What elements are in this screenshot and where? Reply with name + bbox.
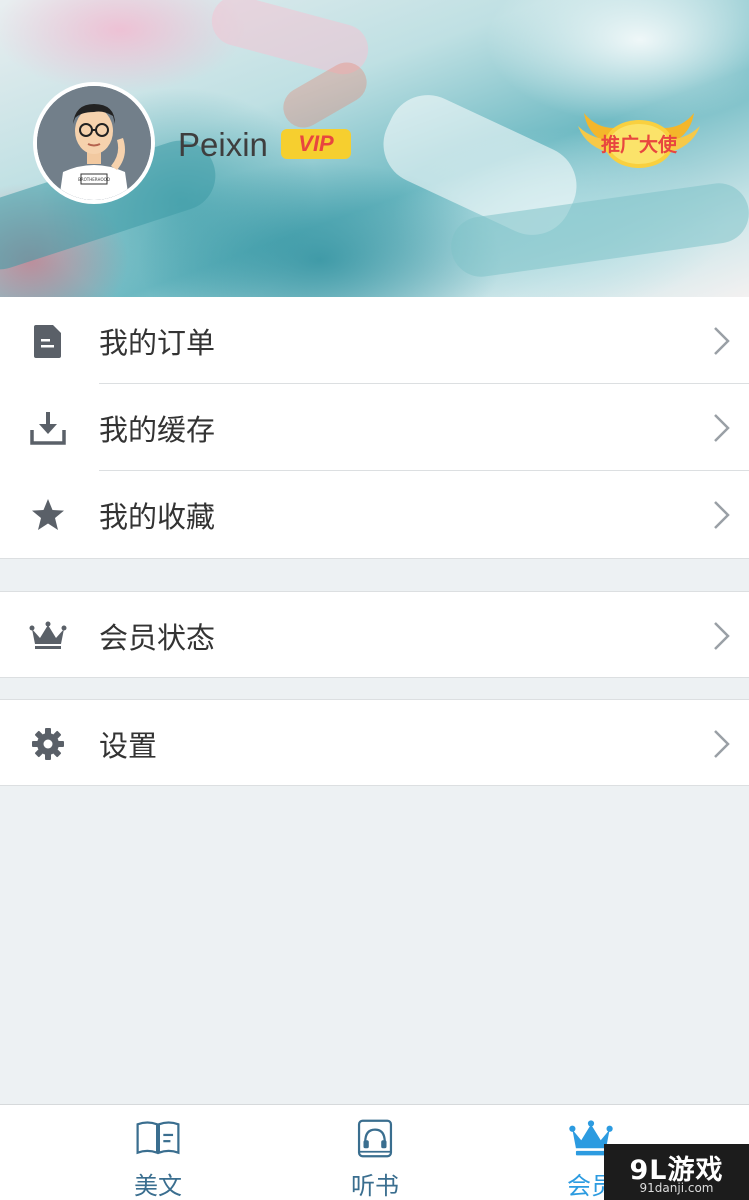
menu-label-favorites: 我的收藏 bbox=[99, 499, 216, 534]
tab-label-articles: 美文 bbox=[134, 1172, 182, 1200]
menu-item-orders[interactable]: 我的订单 bbox=[0, 297, 749, 384]
tab-audiobooks[interactable]: 听书 bbox=[295, 1105, 455, 1200]
avatar[interactable]: BROTHERHOOD bbox=[33, 82, 155, 204]
menu-group-settings: 设置 bbox=[0, 699, 749, 786]
book-icon bbox=[136, 1121, 180, 1155]
avatar-shirt-text: BROTHERHOOD bbox=[78, 177, 110, 182]
ambassador-badge[interactable]: 推广大使 bbox=[574, 108, 704, 178]
avatar-illustration: BROTHERHOOD bbox=[37, 86, 151, 200]
site-watermark: 9L游戏 91danji.com bbox=[604, 1144, 749, 1200]
star-icon bbox=[28, 495, 68, 535]
chevron-right-icon bbox=[714, 326, 730, 355]
menu-group-primary: 我的订单 我的缓存 我的收藏 bbox=[0, 297, 749, 559]
watermark-url: 91danji.com bbox=[639, 1181, 714, 1195]
download-icon bbox=[28, 408, 68, 448]
headphones-book-icon bbox=[357, 1119, 393, 1158]
username: Peixin bbox=[178, 126, 268, 163]
menu-label-cache: 我的缓存 bbox=[99, 412, 216, 447]
menu-label-settings: 设置 bbox=[99, 728, 158, 763]
chevron-right-icon bbox=[714, 500, 730, 529]
chevron-right-icon bbox=[714, 413, 730, 442]
menu-item-favorites[interactable]: 我的收藏 bbox=[0, 471, 749, 558]
chevron-right-icon bbox=[714, 621, 730, 650]
vip-badge: VIP bbox=[281, 129, 351, 159]
menu-label-membership-status: 会员状态 bbox=[99, 620, 216, 655]
menu-label-orders: 我的订单 bbox=[99, 325, 216, 360]
tab-articles[interactable]: 美文 bbox=[78, 1105, 238, 1200]
profile-header: BROTHERHOOD Peixin VIP 推广大使 bbox=[0, 0, 749, 297]
tab-label-audiobooks: 听书 bbox=[351, 1172, 399, 1200]
document-icon bbox=[28, 321, 68, 361]
menu-item-cache[interactable]: 我的缓存 bbox=[0, 384, 749, 471]
crown-icon bbox=[28, 616, 68, 656]
chevron-right-icon bbox=[714, 729, 730, 758]
menu-group-membership: 会员状态 bbox=[0, 591, 749, 678]
gear-icon bbox=[28, 724, 68, 764]
menu-item-settings[interactable]: 设置 bbox=[0, 700, 749, 787]
menu-item-membership-status[interactable]: 会员状态 bbox=[0, 592, 749, 679]
ambassador-label: 推广大使 bbox=[600, 134, 677, 156]
